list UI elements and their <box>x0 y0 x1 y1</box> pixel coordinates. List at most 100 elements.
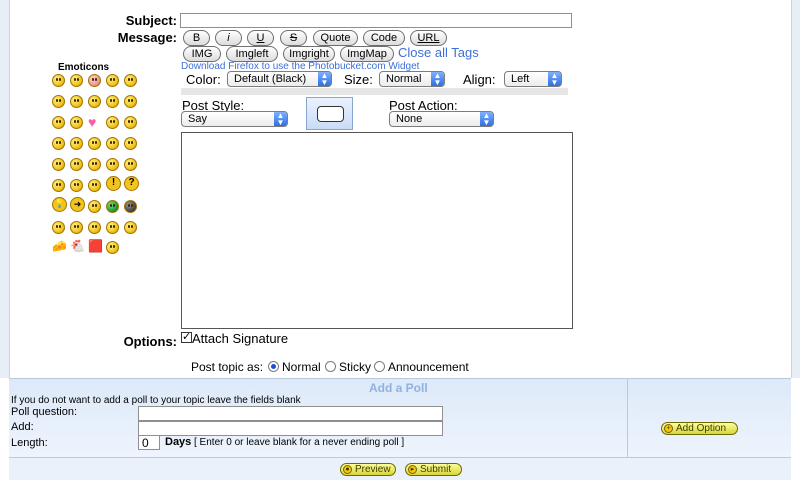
exclamation-icon[interactable]: ! <box>106 176 121 191</box>
size-label: Size: <box>344 72 373 87</box>
emoticon-cry[interactable] <box>106 158 119 171</box>
imgleft-tag-button[interactable]: Imgleft <box>226 46 278 62</box>
emoticons-panel: ♥ ! ? 💡 ➜ <box>50 70 139 235</box>
emoticon-blush[interactable] <box>88 74 101 87</box>
normal-radio[interactable] <box>268 361 279 372</box>
options-label: Options: <box>123 334 177 349</box>
italic-tag-button[interactable]: i <box>215 30 242 46</box>
sticky-radio-label: Sticky <box>339 360 372 374</box>
emoticon-nerd[interactable] <box>106 137 119 150</box>
color-select[interactable]: Default (Black) ▲ ▼ <box>227 71 332 87</box>
emoticon-sunglasses[interactable] <box>52 158 65 171</box>
imgright-tag-button[interactable]: Imgright <box>283 46 335 62</box>
color-label: Color: <box>186 72 221 87</box>
sticky-radio[interactable] <box>325 361 336 372</box>
poll-divider <box>627 379 628 457</box>
emoticon-specs[interactable] <box>106 241 119 254</box>
underline-tag-button[interactable]: U <box>247 30 274 46</box>
subject-label: Subject: <box>125 13 177 28</box>
announcement-radio-label: Announcement <box>388 360 469 374</box>
submit-arrow-icon: ▸ <box>408 465 417 474</box>
emoticon-confused[interactable] <box>124 116 137 129</box>
normal-radio-label: Normal <box>282 360 321 374</box>
imgmap-tag-button[interactable]: ImgMap <box>340 46 394 62</box>
chicken-icon[interactable]: 🐔 <box>70 239 85 253</box>
emoticon-rofl[interactable] <box>88 221 101 234</box>
submit-button[interactable]: ▸ Submit <box>405 463 462 476</box>
emoticon-dizzy[interactable] <box>52 116 65 129</box>
red-block-icon[interactable]: 🟥 <box>88 239 103 253</box>
emoticon-undecided[interactable] <box>124 158 137 171</box>
heart-icon[interactable]: ♥ <box>88 114 96 130</box>
post-action-select[interactable]: None ▲ ▼ <box>389 111 494 127</box>
size-select[interactable]: Normal ▲ ▼ <box>379 71 445 87</box>
post-action-value: None <box>396 113 423 125</box>
emoticon-worried[interactable] <box>124 137 137 150</box>
emoticon-yell[interactable] <box>52 221 65 234</box>
subject-input[interactable] <box>180 13 572 28</box>
emoticon-wink[interactable] <box>124 74 137 87</box>
poll-question-input[interactable] <box>138 406 443 421</box>
emoticon-glasses[interactable] <box>124 221 137 234</box>
post-style-value: Say <box>188 113 207 125</box>
post-style-select[interactable]: Say ▲ ▼ <box>181 111 288 127</box>
select-arrows-icon: ▲ ▼ <box>548 72 561 87</box>
left-frame-border <box>0 0 10 378</box>
poll-add-label: Add: <box>11 421 34 433</box>
align-select[interactable]: Left ▲ ▼ <box>504 71 562 87</box>
message-textarea[interactable] <box>181 132 573 329</box>
emoticon-cheesy[interactable] <box>70 158 83 171</box>
poll-days-label: Days <box>165 436 192 448</box>
emoticon-mr-green[interactable] <box>88 200 101 213</box>
emoticon-surprised[interactable] <box>106 116 119 129</box>
submit-label: Submit <box>420 464 452 475</box>
preview-button[interactable]: ● Preview <box>340 463 396 476</box>
emoticon-cool[interactable] <box>106 74 119 87</box>
emoticon-grin[interactable] <box>70 74 83 87</box>
emoticon-bored[interactable] <box>106 221 119 234</box>
emoticon-kiss[interactable] <box>70 116 83 129</box>
poll-hint: If you do not want to add a poll to your… <box>11 395 301 406</box>
attach-signature-checkbox[interactable]: ✓ <box>181 332 192 343</box>
poll-add-input[interactable] <box>138 421 443 436</box>
emoticon-sleepy[interactable] <box>70 179 83 192</box>
bold-tag-button[interactable]: B <box>183 30 210 46</box>
select-arrows-icon: ▲ ▼ <box>431 72 444 87</box>
emoticon-shy[interactable] <box>70 137 83 150</box>
toolbar-divider <box>181 88 568 95</box>
question-icon[interactable]: ? <box>124 176 139 191</box>
poll-length-input[interactable] <box>138 435 160 450</box>
close-all-tags-link[interactable]: Close all Tags <box>398 45 479 60</box>
color-select-value: Default (Black) <box>234 73 307 85</box>
emoticon-devil[interactable] <box>52 179 65 192</box>
arrow-right-icon[interactable]: ➜ <box>70 197 85 212</box>
code-tag-button[interactable]: Code <box>363 30 405 46</box>
emoticon-neutral[interactable] <box>52 137 65 150</box>
emoticon-alien[interactable] <box>106 200 119 213</box>
announcement-radio[interactable] <box>374 361 385 372</box>
emoticon-sad[interactable] <box>124 95 137 108</box>
emoticon-evil[interactable] <box>88 158 101 171</box>
img-tag-button[interactable]: IMG <box>183 46 221 62</box>
emoticon-tongue[interactable] <box>88 95 101 108</box>
quote-tag-button[interactable]: Quote <box>313 30 358 46</box>
emoticon-sick[interactable] <box>88 179 101 192</box>
add-option-button[interactable]: + Add Option <box>661 422 738 435</box>
submit-bar <box>9 458 791 480</box>
right-frame-border <box>791 0 800 378</box>
emoticon-happy[interactable] <box>70 95 83 108</box>
emoticon-party[interactable] <box>70 221 83 234</box>
emoticon-smile[interactable] <box>52 74 65 87</box>
poll-length-label: Length: <box>11 437 48 449</box>
cheese-icon[interactable]: 🧀 <box>52 239 67 253</box>
attach-signature-label: Attach Signature <box>192 331 289 346</box>
emoticon-angry[interactable] <box>106 95 119 108</box>
emoticon-ninja[interactable] <box>124 200 137 213</box>
emoticon-laugh[interactable] <box>52 95 65 108</box>
strike-tag-button[interactable]: S <box>280 30 307 46</box>
size-select-value: Normal <box>386 73 422 85</box>
url-tag-button[interactable]: URL <box>410 30 447 46</box>
align-select-value: Left <box>511 73 530 85</box>
emoticon-roll-eyes[interactable] <box>88 137 101 150</box>
idea-icon[interactable]: 💡 <box>52 197 67 212</box>
